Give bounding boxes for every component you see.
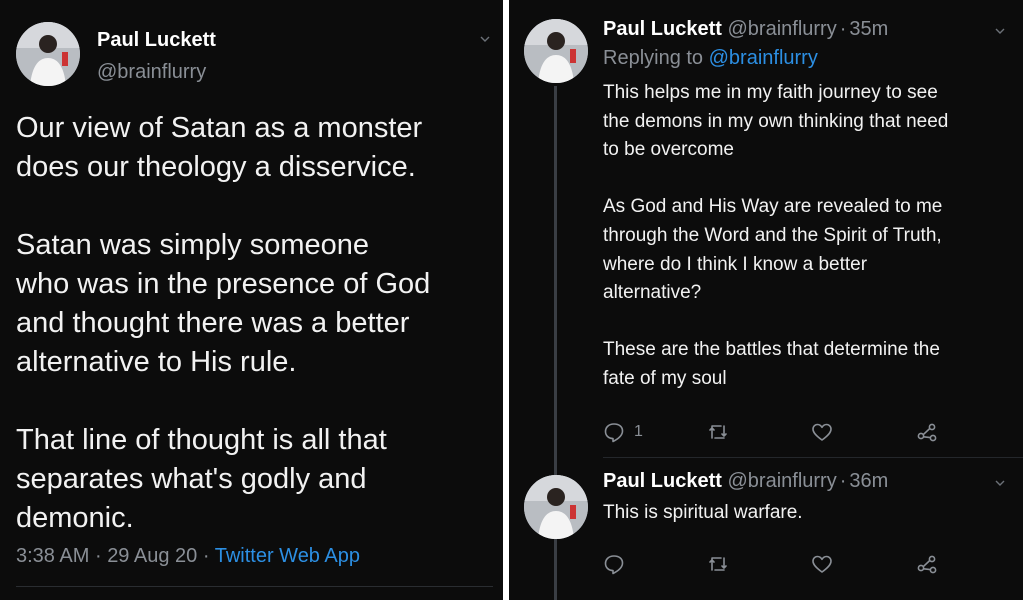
reply-text: This is spiritual warfare. bbox=[603, 502, 803, 523]
author-name[interactable]: Paul Luckett bbox=[97, 29, 216, 52]
meta-separator: · bbox=[839, 470, 847, 492]
reply-count: 1 bbox=[634, 423, 643, 440]
reply-header: Paul Luckett @brainflurry · 35m bbox=[603, 18, 888, 41]
author-name[interactable]: Paul Luckett bbox=[603, 18, 722, 40]
replying-to-line: Replying to @brainflurry bbox=[603, 47, 818, 70]
divider bbox=[603, 457, 1023, 458]
author-handle[interactable]: @brainflurry bbox=[97, 61, 206, 84]
author-handle[interactable]: @brainflurry bbox=[727, 470, 836, 492]
share-icon[interactable] bbox=[916, 421, 938, 443]
replying-to-label: Replying to bbox=[603, 47, 704, 69]
avatar[interactable] bbox=[524, 475, 588, 539]
replies-panel: Paul Luckett @brainflurry · 35m Replying t… bbox=[509, 0, 1023, 600]
chevron-down-icon[interactable] bbox=[995, 26, 1005, 36]
reply-age[interactable]: 36m bbox=[849, 470, 888, 492]
avatar[interactable] bbox=[16, 22, 80, 86]
author-name[interactable]: Paul Luckett bbox=[603, 470, 722, 492]
tweet-text: Our view of Satan as a monster does our … bbox=[16, 112, 431, 534]
retweet-icon[interactable] bbox=[707, 553, 729, 575]
chevron-down-icon[interactable] bbox=[480, 34, 490, 44]
retweet-icon[interactable] bbox=[707, 421, 729, 443]
tweet-time: 3:38 AM bbox=[16, 545, 90, 567]
tweet-meta: 3:38 AM · 29 Aug 20 · Twitter Web App bbox=[16, 545, 360, 568]
meta-separator: · bbox=[94, 545, 102, 567]
reply-icon[interactable] bbox=[603, 421, 625, 443]
author-handle[interactable]: @brainflurry bbox=[727, 18, 836, 40]
reply-header: Paul Luckett @brainflurry · 36m bbox=[603, 470, 888, 493]
meta-separator: · bbox=[202, 545, 210, 567]
tweet-source-link[interactable]: Twitter Web App bbox=[215, 545, 360, 567]
profile-photo bbox=[16, 22, 80, 86]
tweet-date: 29 Aug 20 bbox=[107, 545, 198, 567]
share-icon[interactable] bbox=[916, 553, 938, 575]
reply-age[interactable]: 35m bbox=[849, 18, 888, 40]
main-tweet-panel: Paul Luckett @brainflurry Our view of Sa… bbox=[0, 0, 503, 600]
replying-to-handle[interactable]: @brainflurry bbox=[709, 47, 818, 69]
meta-separator: · bbox=[839, 18, 847, 40]
chevron-down-icon[interactable] bbox=[995, 478, 1005, 488]
reply-text: This helps me in my faith journey to see… bbox=[603, 82, 949, 389]
divider bbox=[16, 586, 493, 587]
profile-photo bbox=[524, 475, 588, 539]
reply-icon[interactable] bbox=[603, 553, 625, 575]
avatar[interactable] bbox=[524, 19, 588, 83]
like-icon[interactable] bbox=[811, 421, 833, 443]
profile-photo bbox=[524, 19, 588, 83]
like-icon[interactable] bbox=[811, 553, 833, 575]
